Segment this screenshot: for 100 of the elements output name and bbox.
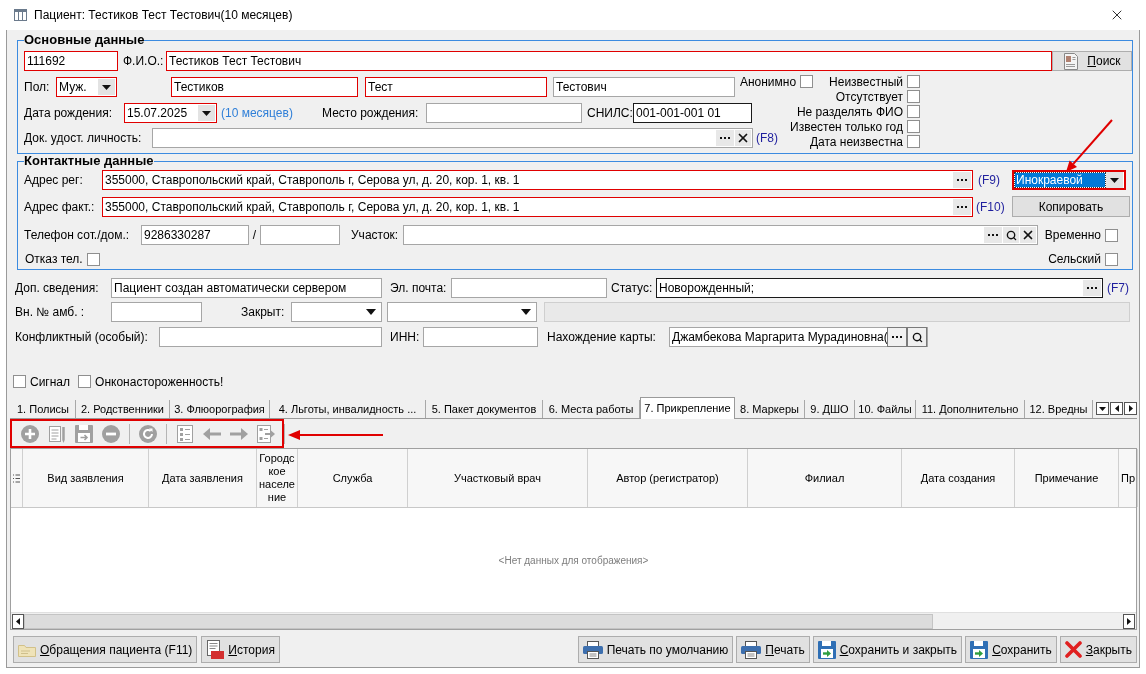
- checkbox[interactable]: [1105, 252, 1118, 266]
- checkbox-label: Сельский: [1048, 251, 1101, 268]
- text-field[interactable]: 355000, Ставропольский край, Ставрополь г, Серова ул, д. 20, кор. 1, кв. 1: [102, 196, 973, 217]
- tab-list-button[interactable]: [1096, 402, 1109, 415]
- table-icon: [14, 9, 27, 21]
- close-button[interactable]: Закрыть: [1059, 636, 1137, 663]
- checkbox[interactable]: [78, 375, 92, 388]
- browse-button[interactable]: [1083, 280, 1101, 296]
- text-field[interactable]: Тестиков Тест Тестович: [166, 51, 1052, 71]
- text-field[interactable]: 111692: [24, 51, 118, 71]
- column-header[interactable]: Участковый врач: [454, 469, 541, 487]
- save-button[interactable]: Сохранить и закрыть: [812, 636, 963, 663]
- checkbox-label: Анонимно: [739, 73, 797, 91]
- checkbox[interactable]: [907, 135, 920, 148]
- search-button[interactable]: [1003, 227, 1019, 243]
- text-field[interactable]: Пациент создан автоматически сервером: [111, 278, 382, 298]
- text-field[interactable]: [159, 327, 382, 347]
- browse-button[interactable]: [984, 227, 1002, 243]
- clear-button[interactable]: [735, 130, 751, 146]
- dropdown[interactable]: Инокраевой: [1012, 170, 1126, 190]
- tab[interactable]: 8. Маркеры: [735, 400, 805, 418]
- save-icon: [970, 640, 989, 659]
- text-field[interactable]: Тест: [365, 77, 547, 97]
- text-field[interactable]: 9286330287: [141, 225, 249, 245]
- appeals-button[interactable]: Обращения пациента (F11): [13, 636, 198, 663]
- field-label: Ф.И.О.:: [123, 53, 165, 70]
- text-field[interactable]: [152, 128, 753, 148]
- dropdown[interactable]: [291, 302, 382, 322]
- text-field[interactable]: Новорожденный;: [656, 278, 1103, 298]
- text-field[interactable]: Джамбекова Маргарита Мурадиновна(: [669, 327, 928, 347]
- column-header[interactable]: Дата создания: [920, 469, 996, 487]
- search-button[interactable]: Поиск: [1052, 51, 1132, 71]
- column-header[interactable]: Автор (регистратор): [616, 469, 719, 487]
- caret-left-icon: [1114, 405, 1119, 412]
- browse-button[interactable]: [887, 327, 907, 347]
- text-field[interactable]: [451, 278, 607, 298]
- arrow-left-icon: [203, 427, 221, 440]
- clear-button[interactable]: [1020, 227, 1036, 243]
- tab[interactable]: 2. Родственники: [76, 400, 170, 418]
- text-field[interactable]: [260, 225, 340, 245]
- checkbox[interactable]: [907, 90, 920, 103]
- text-field[interactable]: [426, 103, 582, 123]
- copy-button[interactable]: Копировать: [1012, 196, 1130, 217]
- column-header[interactable]: Филиал: [804, 469, 845, 487]
- checkbox[interactable]: [1105, 228, 1118, 242]
- checkbox[interactable]: [907, 105, 920, 118]
- checkbox[interactable]: [86, 252, 100, 266]
- tab[interactable]: 5. Пакет документов: [426, 400, 543, 418]
- scroll-left-button[interactable]: [1110, 402, 1123, 415]
- scroll-right-button[interactable]: [1123, 613, 1135, 629]
- column-header[interactable]: Городское население: [257, 452, 297, 504]
- scroll-left-button[interactable]: [12, 613, 24, 629]
- dropdown[interactable]: Муж.: [56, 77, 117, 97]
- tab[interactable]: 4. Льготы, инвалидность ...: [270, 400, 426, 418]
- tab[interactable]: 12. Вредны: [1025, 400, 1093, 418]
- scrollbar-thumb[interactable]: [24, 613, 933, 629]
- text-field[interactable]: Тестиков: [171, 77, 358, 97]
- checkbox[interactable]: [907, 120, 920, 133]
- hotkey-label: (F10): [975, 198, 1006, 216]
- checkbox[interactable]: [13, 375, 26, 388]
- age-label: (10 месяцев): [221, 106, 293, 120]
- column-header[interactable]: Вид заявления: [47, 469, 124, 487]
- scroll-right-button[interactable]: [1124, 402, 1137, 415]
- print-button[interactable]: Печать: [736, 636, 810, 663]
- browse-button[interactable]: [716, 130, 734, 146]
- text-field[interactable]: 355000, Ставропольский край, Ставрополь г, Серова ул, д. 20, кор. 1, кв. 1: [102, 170, 973, 190]
- text-field[interactable]: [403, 225, 1038, 245]
- checkbox[interactable]: [907, 75, 920, 88]
- search-icon: [911, 331, 923, 343]
- column-header[interactable]: Примечание: [1034, 469, 1099, 487]
- dropdown[interactable]: 15.07.2025: [124, 103, 217, 123]
- empty-message: <Нет данных для отображения>: [498, 553, 649, 568]
- tab[interactable]: 10. Файлы: [855, 400, 916, 418]
- field-label: СНИЛС:: [586, 105, 633, 122]
- text-field[interactable]: [423, 327, 538, 347]
- column-header[interactable]: Дата заявления: [162, 469, 243, 487]
- browse-button[interactable]: [953, 198, 971, 215]
- search-button[interactable]: [907, 327, 927, 347]
- column-header[interactable]: Пр: [1121, 469, 1136, 487]
- history-button[interactable]: История: [201, 636, 280, 663]
- save-button[interactable]: Сохранить: [965, 636, 1057, 663]
- save-icon: [75, 424, 93, 443]
- text-field[interactable]: [111, 302, 202, 322]
- column-header[interactable]: Служба: [332, 469, 373, 487]
- tab[interactable]: 3. Флюорография: [170, 400, 270, 418]
- checkbox-label: Временно: [1044, 227, 1101, 244]
- browse-button[interactable]: [953, 172, 971, 188]
- print-button[interactable]: Печать по умолчанию: [577, 636, 734, 663]
- caret-right-icon: [1127, 617, 1131, 625]
- arrow-right-icon: [230, 427, 248, 440]
- checkbox[interactable]: [800, 75, 814, 88]
- text-field[interactable]: 001-001-001 01: [633, 103, 752, 123]
- tab[interactable]: 1. Полисы: [11, 400, 76, 418]
- tab[interactable]: 7. Прикрепление: [640, 397, 735, 419]
- tab[interactable]: 11. Дополнительно: [916, 400, 1025, 418]
- dropdown[interactable]: [387, 302, 537, 322]
- tab[interactable]: 9. ДШО: [805, 400, 855, 418]
- text-field[interactable]: Тестович: [553, 77, 735, 97]
- checkbox-label: Сигнал: [30, 373, 71, 391]
- list-document-icon: [177, 424, 193, 443]
